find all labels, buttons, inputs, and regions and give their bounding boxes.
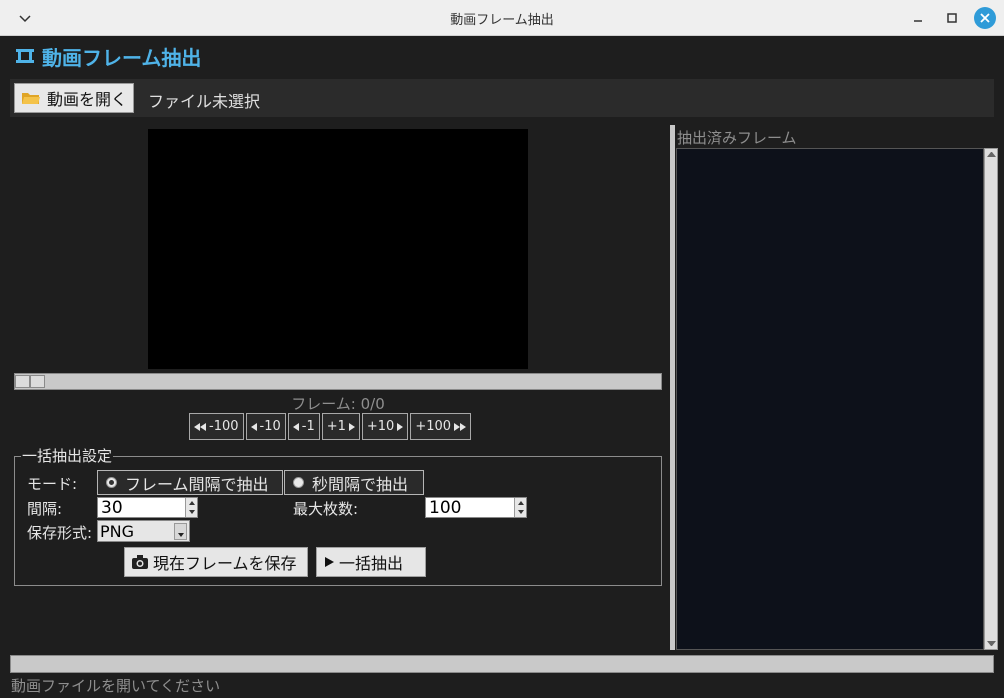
toolbar: 動画を開く ファイル未選択 [10, 79, 994, 117]
status-text: 動画ファイルを開いてください [11, 677, 221, 695]
interval-label: 間隔: [27, 500, 63, 518]
scroll-up-icon[interactable] [987, 152, 996, 157]
max-count-spinbox[interactable]: 100 [425, 497, 527, 518]
back-10-button[interactable]: -10 [245, 413, 286, 440]
frame-nav-buttons: -100 -10 -1 +1 +10 +100 [189, 413, 472, 440]
left-arrow-icon [250, 422, 257, 431]
spin-arrows-icon[interactable] [185, 498, 197, 517]
double-right-arrow-icon [454, 422, 467, 431]
extracted-frames-list[interactable] [676, 148, 984, 650]
batch-extract-button[interactable]: 一括抽出 [316, 547, 426, 577]
interval-spinbox[interactable]: 30 [97, 497, 198, 518]
app-title: 動画フレーム抽出 [42, 45, 202, 70]
radio-unselected-icon [293, 477, 304, 488]
extracted-frames-scrollbar[interactable] [984, 148, 998, 650]
format-label: 保存形式: [27, 524, 93, 542]
mode-seconds-interval-radio[interactable]: 秒間隔で抽出 [284, 470, 424, 495]
extracted-frames-title: 抽出済みフレーム [677, 129, 797, 147]
progress-bar [10, 655, 994, 673]
window-titlebar: 動画フレーム抽出 [0, 0, 1004, 36]
format-select[interactable]: PNG [97, 520, 190, 542]
maximize-icon[interactable] [942, 8, 962, 28]
film-strip-icon [16, 49, 34, 63]
app-header: 動画フレーム抽出 [14, 42, 201, 70]
close-icon[interactable] [974, 7, 996, 29]
seek-slider-handle[interactable] [15, 375, 45, 388]
spin-arrows-icon[interactable] [514, 498, 526, 517]
right-arrow-icon [397, 422, 404, 431]
folder-open-icon [22, 93, 40, 104]
max-count-label: 最大枚数: [293, 500, 359, 518]
forward-100-button[interactable]: +100 [410, 413, 472, 440]
video-preview [148, 129, 528, 369]
forward-10-button[interactable]: +10 [361, 413, 409, 440]
batch-settings-title: 一括抽出設定 [21, 445, 114, 466]
window-title: 動画フレーム抽出 [450, 13, 554, 28]
file-status-label: ファイル未選択 [148, 92, 261, 111]
back-100-button[interactable]: -100 [189, 413, 244, 440]
save-current-frame-button[interactable]: 現在フレームを保存 [124, 547, 308, 577]
left-arrow-icon [292, 422, 299, 431]
open-video-button[interactable]: 動画を開く [14, 83, 134, 113]
double-left-arrow-icon [194, 422, 206, 431]
scroll-down-icon[interactable] [987, 641, 996, 646]
minimize-icon[interactable] [908, 8, 928, 28]
forward-1-button[interactable]: +1 [321, 413, 360, 440]
play-icon [325, 557, 334, 567]
seek-slider[interactable] [14, 373, 662, 390]
mode-frame-interval-radio[interactable]: フレーム間隔で抽出 [97, 470, 283, 495]
back-1-button[interactable]: -1 [287, 413, 320, 440]
dropdown-arrow-icon[interactable] [174, 523, 187, 540]
open-video-label: 動画を開く [47, 90, 128, 109]
right-arrow-icon [348, 422, 355, 431]
radio-selected-icon [106, 477, 117, 488]
camera-icon [132, 555, 148, 569]
frame-counter: フレーム: 0/0 [291, 395, 385, 413]
panel-splitter[interactable] [670, 125, 675, 650]
mode-label: モード: [27, 475, 78, 493]
